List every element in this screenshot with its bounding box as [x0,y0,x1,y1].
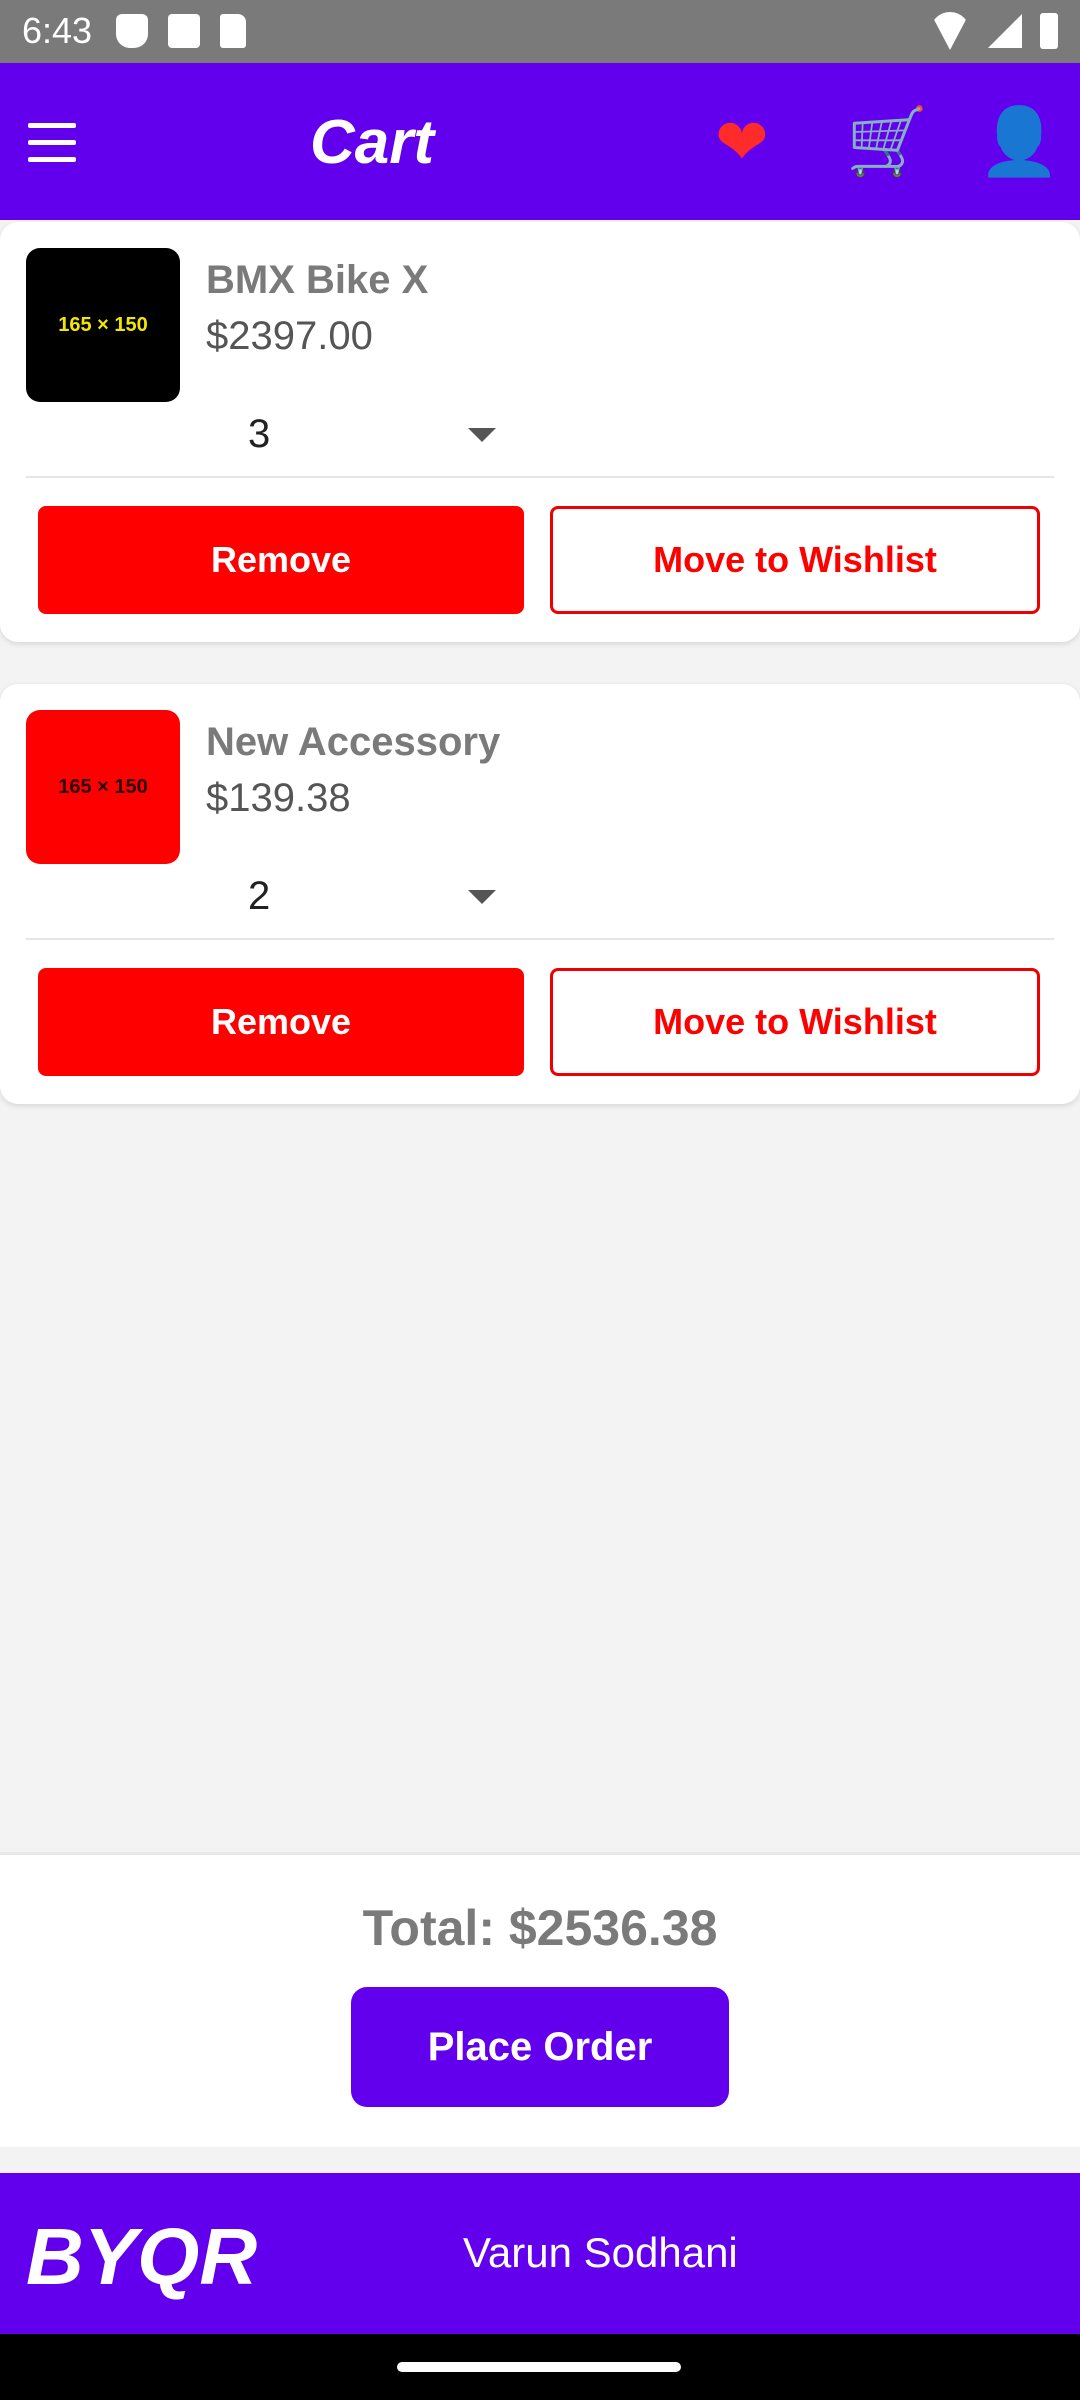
notification-icons [116,14,246,48]
thumbnail-placeholder-text: 165 × 150 [58,775,148,798]
brand-logo: BYQR [26,2212,258,2301]
cart-item-card: 165 × 150 New Accessory $139.38 2 Remove… [0,684,1080,1104]
user-name: Varun Sodhani [463,2229,738,2276]
status-bar: 6:43 [0,0,1080,63]
app-bar: Cart ❤ 🛒 👤 [0,63,1080,220]
page-title: Cart [310,108,435,177]
product-price: $139.38 [206,776,351,820]
quantity-value: 2 [248,874,271,918]
dropdown-arrow-icon [468,890,496,904]
quantity-value: 3 [248,412,271,456]
place-order-button[interactable]: Place Order [351,1987,729,2107]
system-navigation-bar [0,2334,1080,2400]
remove-button[interactable]: Remove [38,968,524,1076]
product-price: $2397.00 [206,314,373,358]
product-thumbnail: 165 × 150 [26,710,180,864]
sd-card-icon [220,14,246,48]
divider [26,476,1054,478]
system-icons [930,12,1058,50]
battery-icon [1040,13,1058,49]
text-notification-icon [168,14,200,48]
home-gesture-handle[interactable] [397,2362,681,2372]
dropdown-arrow-icon [468,428,496,442]
profile-icon[interactable]: 👤 [978,103,1060,181]
thumbnail-placeholder-text: 165 × 150 [58,313,148,336]
order-summary: Total: $2536.38 Place Order [0,1852,1080,2147]
remove-button[interactable]: Remove [38,506,524,614]
cart-total: Total: $2536.38 [362,1900,718,1956]
product-thumbnail: 165 × 150 [26,248,180,402]
footer: BYQR Varun Sodhani [0,2173,1080,2334]
product-name: New Accessory [206,720,501,764]
menu-icon[interactable] [28,123,76,163]
wishlist-heart-icon[interactable]: ❤ [715,105,769,180]
quantity-dropdown[interactable]: 3 [248,406,498,466]
signal-icon [988,14,1022,48]
divider [26,938,1054,940]
cart-icon[interactable]: 🛒 [846,103,928,181]
quantity-dropdown[interactable]: 2 [248,868,498,928]
cart-item-card: 165 × 150 BMX Bike X $2397.00 3 Remove M… [0,222,1080,642]
status-time: 6:43 [22,10,93,51]
move-to-wishlist-button[interactable]: Move to Wishlist [550,506,1040,614]
wifi-icon [930,12,970,50]
product-name: BMX Bike X [206,258,429,302]
shield-icon [116,14,148,48]
move-to-wishlist-button[interactable]: Move to Wishlist [550,968,1040,1076]
